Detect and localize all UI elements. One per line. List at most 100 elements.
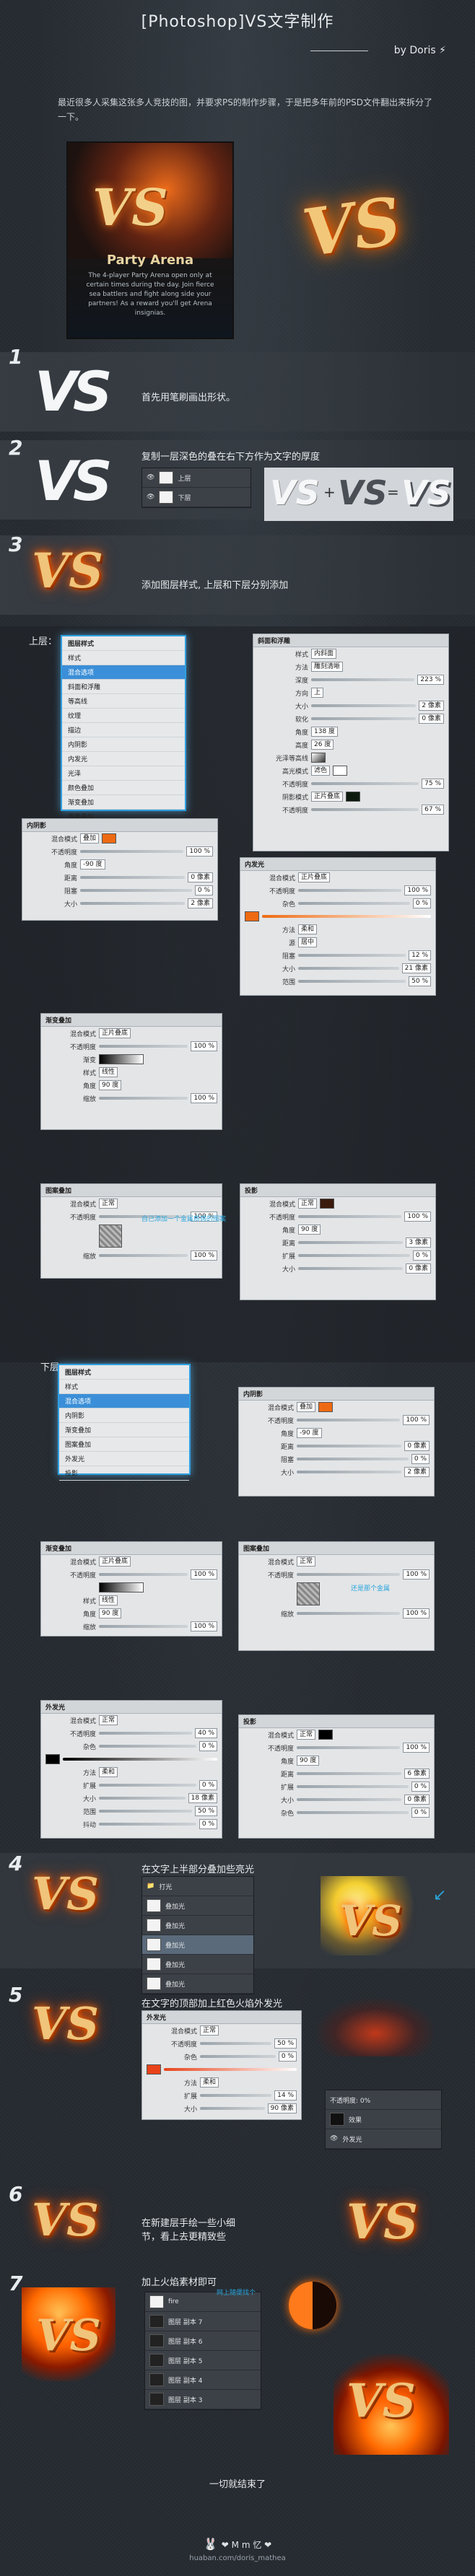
- opacity-slider[interactable]: [80, 850, 184, 853]
- glow-color[interactable]: [45, 1754, 60, 1764]
- opacity-input[interactable]: 100 %: [403, 1569, 430, 1580]
- spread-slider[interactable]: [200, 2094, 272, 2097]
- angle-input[interactable]: 138 度: [311, 727, 339, 737]
- blend-mode-select[interactable]: 正常: [99, 1715, 118, 1725]
- highlight-mode-select[interactable]: 滤色: [311, 766, 331, 776]
- opacity-input[interactable]: 75 %: [422, 779, 444, 789]
- eye-icon[interactable]: 👁: [147, 474, 154, 481]
- noise-input[interactable]: 0 %: [199, 1741, 217, 1751]
- shadow-color[interactable]: [102, 833, 117, 844]
- style-item[interactable]: 内发光: [62, 752, 185, 766]
- blend-mode-select[interactable]: 叠加: [297, 1402, 316, 1412]
- blend-mode-select[interactable]: 正片叠底: [99, 1028, 131, 1038]
- layer-row[interactable]: 图层 副本 3: [145, 2390, 261, 2409]
- shadow-mode-select[interactable]: 正片叠底: [311, 792, 344, 802]
- distance-input[interactable]: 0 像素: [404, 1441, 430, 1451]
- method-select[interactable]: 柔和: [298, 924, 318, 934]
- layer-row[interactable]: 图层 副本 7: [145, 2312, 261, 2331]
- opacity-slider[interactable]: [298, 889, 402, 892]
- style-item[interactable]: 外发光: [59, 1452, 189, 1466]
- layer-row[interactable]: 图层 副本 6: [145, 2331, 261, 2351]
- spread-input[interactable]: 14 %: [274, 2090, 297, 2100]
- blend-mode-select[interactable]: 叠加: [80, 833, 100, 844]
- blend-mode-select[interactable]: 正常: [297, 1730, 316, 1740]
- blend-mode-select[interactable]: 正常: [298, 1199, 318, 1209]
- spread-slider[interactable]: [298, 1254, 410, 1257]
- style-item[interactable]: 渐变叠加: [59, 1423, 189, 1437]
- range-input[interactable]: 50 %: [195, 1806, 217, 1816]
- layer-row[interactable]: 图层 副本 4: [145, 2370, 261, 2390]
- glow-color[interactable]: [245, 911, 259, 921]
- style-select[interactable]: 内斜面: [311, 649, 337, 659]
- opacity-input[interactable]: 40 %: [195, 1728, 217, 1738]
- scale-input[interactable]: 100 %: [191, 1250, 217, 1261]
- style-item[interactable]: 颜色叠加: [62, 781, 185, 795]
- gradient-picker[interactable]: [99, 1054, 144, 1064]
- distance-input[interactable]: 6 像素: [404, 1769, 430, 1779]
- style-item[interactable]: 纹理: [62, 709, 185, 723]
- scale-input[interactable]: 100 %: [191, 1093, 217, 1103]
- size-slider[interactable]: [200, 2107, 265, 2110]
- opacity-slider[interactable]: [311, 808, 419, 811]
- choke-slider[interactable]: [298, 954, 406, 957]
- opacity-input[interactable]: 100 %: [191, 1569, 217, 1580]
- layer-row[interactable]: 叠加光: [142, 1955, 253, 1974]
- soften-slider[interactable]: [311, 717, 417, 720]
- layer-row[interactable]: 👁 上层: [142, 468, 250, 488]
- layer-row[interactable]: 叠加光: [142, 1896, 253, 1916]
- depth-input[interactable]: 223 %: [417, 675, 444, 685]
- size-input[interactable]: 21 像素: [401, 963, 431, 973]
- noise-input[interactable]: 0 %: [278, 2051, 297, 2062]
- style-item[interactable]: 混合选项: [62, 665, 185, 680]
- size-slider[interactable]: [99, 1797, 186, 1800]
- shadow-color[interactable]: [346, 792, 361, 802]
- pattern-picker[interactable]: [99, 1225, 122, 1248]
- distance-slider[interactable]: [298, 1241, 404, 1244]
- opacity-slider[interactable]: [99, 1045, 188, 1048]
- layer-row[interactable]: 👁 下层: [142, 488, 250, 507]
- distance-slider[interactable]: [80, 876, 186, 879]
- opacity-slider[interactable]: [99, 1573, 188, 1576]
- size-input[interactable]: 90 像素: [267, 2103, 297, 2113]
- layer-row[interactable]: 叠加光: [142, 1974, 253, 1994]
- size-input[interactable]: 2 像素: [419, 701, 444, 711]
- style-select[interactable]: 线性: [99, 1595, 118, 1605]
- blend-mode-select[interactable]: 正片叠底: [99, 1556, 131, 1567]
- spread-input[interactable]: 0 %: [199, 1780, 217, 1790]
- size-slider[interactable]: [297, 1471, 402, 1473]
- soften-input[interactable]: 0 像素: [419, 714, 444, 724]
- direction-radio[interactable]: 上: [311, 688, 324, 698]
- style-item[interactable]: 内阴影: [62, 737, 185, 752]
- spread-input[interactable]: 0 %: [412, 1250, 431, 1261]
- layer-row[interactable]: 叠加光: [142, 1935, 253, 1955]
- spread-input[interactable]: 0 %: [411, 1782, 430, 1792]
- distance-input[interactable]: 3 像素: [406, 1237, 431, 1248]
- size-slider[interactable]: [298, 967, 399, 970]
- choke-input[interactable]: 0 %: [194, 885, 213, 895]
- spread-slider[interactable]: [99, 1784, 196, 1787]
- opacity-input[interactable]: 100 %: [186, 846, 213, 857]
- size-slider[interactable]: [298, 1267, 404, 1270]
- style-item[interactable]: 内阴影: [59, 1409, 189, 1423]
- scale-input[interactable]: 100 %: [191, 1621, 217, 1631]
- choke-input[interactable]: 12 %: [409, 950, 431, 960]
- style-item[interactable]: 描边: [62, 723, 185, 737]
- eye-icon[interactable]: 👁: [147, 494, 154, 501]
- noise-slider[interactable]: [99, 1745, 196, 1748]
- angle-input[interactable]: -90 度: [297, 1428, 322, 1438]
- glow-gradient[interactable]: [262, 915, 431, 918]
- style-item[interactable]: 等高线: [62, 694, 185, 709]
- size-input[interactable]: 2 像素: [404, 1467, 430, 1477]
- layer-opacity-row[interactable]: 不透明度: 0%: [326, 2090, 441, 2110]
- scale-input[interactable]: 100 %: [403, 1608, 430, 1618]
- noise-slider[interactable]: [200, 2055, 276, 2058]
- angle-input[interactable]: 90 度: [297, 1756, 320, 1766]
- style-item[interactable]: 渐变叠加: [62, 795, 185, 810]
- blend-mode-select[interactable]: 正常: [200, 2025, 219, 2036]
- size-input[interactable]: 0 像素: [404, 1795, 430, 1805]
- choke-input[interactable]: 0 %: [411, 1454, 430, 1464]
- range-input[interactable]: 50 %: [409, 976, 431, 986]
- noise-slider[interactable]: [297, 1811, 409, 1814]
- style-item[interactable]: 样式: [59, 1380, 189, 1394]
- layer-row[interactable]: 效果: [326, 2110, 441, 2129]
